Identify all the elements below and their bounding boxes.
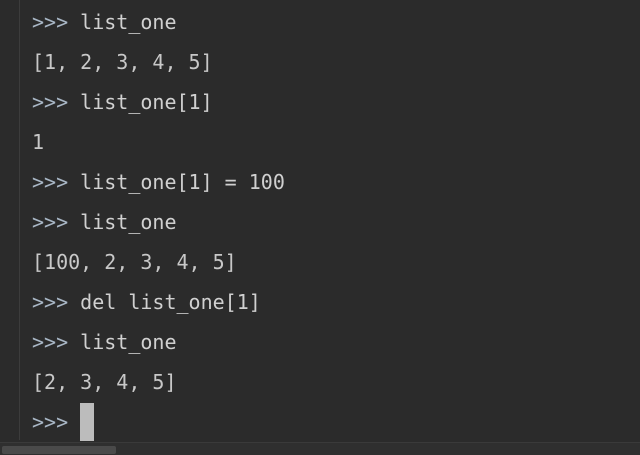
console-output: >>> list_one [1, 2, 3, 4, 5] >>> list_on…: [32, 2, 640, 442]
console-line-input: >>> del list_one[1]: [32, 282, 640, 322]
command-text: list_one: [80, 330, 177, 354]
command-text: list_one: [80, 210, 177, 234]
console-line-output: [2, 3, 4, 5]: [32, 362, 640, 402]
prompt: >>>: [32, 410, 69, 434]
horizontal-scrollbar[interactable]: [0, 442, 640, 455]
gutter-divider: [19, 0, 20, 440]
prompt: >>>: [32, 330, 69, 354]
output-text: 1: [32, 130, 45, 154]
console-line-output: [1, 2, 3, 4, 5]: [32, 42, 640, 82]
command-text: list_one[1]: [80, 90, 213, 114]
text-cursor: [80, 403, 95, 441]
console-line-input: >>> list_one: [32, 202, 640, 242]
output-text: [1, 2, 3, 4, 5]: [32, 50, 213, 74]
prompt: >>>: [32, 170, 69, 194]
prompt: >>>: [32, 210, 69, 234]
console-line-input: >>> list_one: [32, 2, 640, 42]
prompt: >>>: [32, 290, 69, 314]
command-text: del list_one[1]: [80, 290, 261, 314]
console-line-output: 1: [32, 122, 640, 162]
output-text: [2, 3, 4, 5]: [32, 370, 177, 394]
prompt: >>>: [32, 10, 69, 34]
console-line-input: >>> list_one: [32, 322, 640, 362]
output-text: [100, 2, 3, 4, 5]: [32, 250, 237, 274]
command-text: list_one: [80, 10, 177, 34]
scrollbar-thumb[interactable]: [2, 446, 116, 454]
prompt: >>>: [32, 90, 69, 114]
console-line-input: >>> list_one[1] = 100: [32, 162, 640, 202]
console-line-input: >>> list_one[1]: [32, 82, 640, 122]
command-text: list_one[1] = 100: [80, 170, 285, 194]
python-console[interactable]: >>> list_one [1, 2, 3, 4, 5] >>> list_on…: [0, 0, 640, 455]
console-input-line[interactable]: >>>: [32, 402, 640, 442]
console-line-output: [100, 2, 3, 4, 5]: [32, 242, 640, 282]
